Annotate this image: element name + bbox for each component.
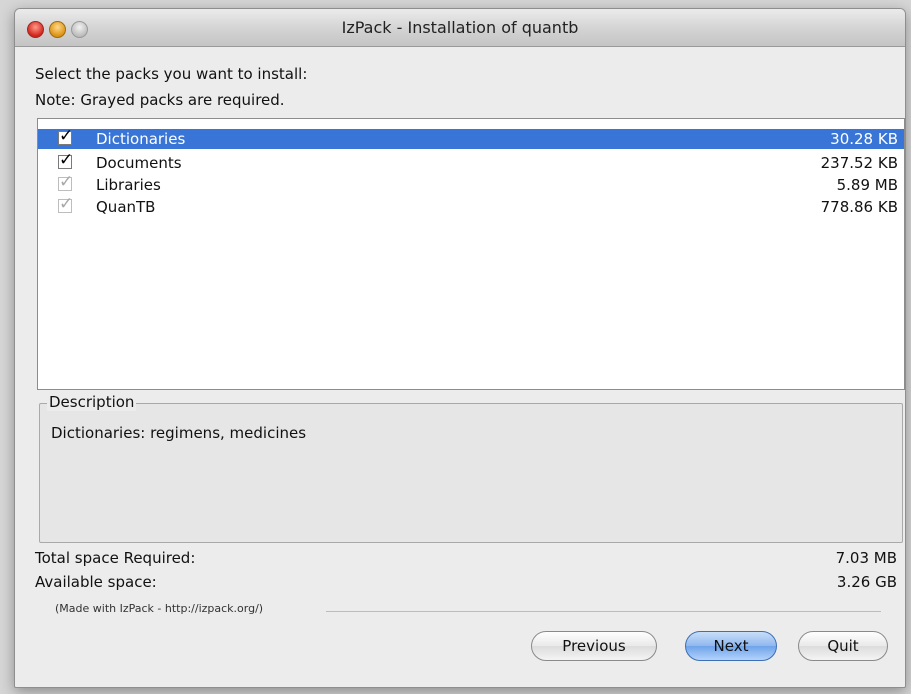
space-available-value: 3.26 GB xyxy=(836,573,897,591)
pack-row-libraries[interactable]: ✓ Libraries 5.89 MB xyxy=(38,172,904,195)
checkmark-icon: ✓ xyxy=(59,194,74,214)
window-title: IzPack - Installation of quantb xyxy=(341,18,579,37)
pack-size: 778.86 KB xyxy=(820,198,898,216)
pack-checkbox-required: ✓ xyxy=(58,172,73,192)
next-button[interactable]: Next xyxy=(685,631,777,661)
space-required-label: Total space Required: xyxy=(35,549,196,567)
footer-divider xyxy=(326,611,881,612)
pack-checkbox-required: ✓ xyxy=(58,194,73,214)
space-available-label: Available space: xyxy=(35,573,157,591)
pack-size: 5.89 MB xyxy=(836,176,898,194)
pack-name: Libraries xyxy=(96,176,161,194)
pack-name: QuanTB xyxy=(96,198,156,216)
pack-checkbox[interactable]: ✓ xyxy=(58,150,73,170)
pack-checkbox[interactable]: ✓ xyxy=(58,126,73,146)
pack-size: 30.28 KB xyxy=(830,130,898,148)
previous-button[interactable]: Previous xyxy=(531,631,657,661)
description-title: Description xyxy=(47,393,137,411)
pack-name: Documents xyxy=(96,154,182,172)
checkmark-icon: ✓ xyxy=(59,126,74,146)
checkmark-icon: ✓ xyxy=(59,172,74,192)
intro-instruction: Select the packs you want to install: xyxy=(35,65,308,83)
intro-note: Note: Grayed packs are required. xyxy=(35,91,285,109)
pack-size: 237.52 KB xyxy=(820,154,898,172)
pack-row-quantb[interactable]: ✓ QuanTB 778.86 KB xyxy=(38,194,904,217)
checkmark-icon: ✓ xyxy=(59,150,74,170)
description-text: Dictionaries: regimens, medicines xyxy=(51,424,307,442)
quit-button[interactable]: Quit xyxy=(798,631,888,661)
installer-window: IzPack - Installation of quantb Select t… xyxy=(14,8,906,688)
pack-row-documents[interactable]: ✓ Documents 237.52 KB xyxy=(38,150,904,173)
title-bar[interactable]: IzPack - Installation of quantb xyxy=(15,9,905,47)
made-with-izpack: (Made with IzPack - http://izpack.org/) xyxy=(55,602,264,615)
pack-name: Dictionaries xyxy=(96,130,186,148)
pack-row-dictionaries[interactable]: ✓ Dictionaries 30.28 KB xyxy=(38,126,904,149)
space-required-value: 7.03 MB xyxy=(835,549,897,567)
packs-list[interactable]: ✓ Dictionaries 30.28 KB ✓ Documents 237.… xyxy=(37,118,905,390)
